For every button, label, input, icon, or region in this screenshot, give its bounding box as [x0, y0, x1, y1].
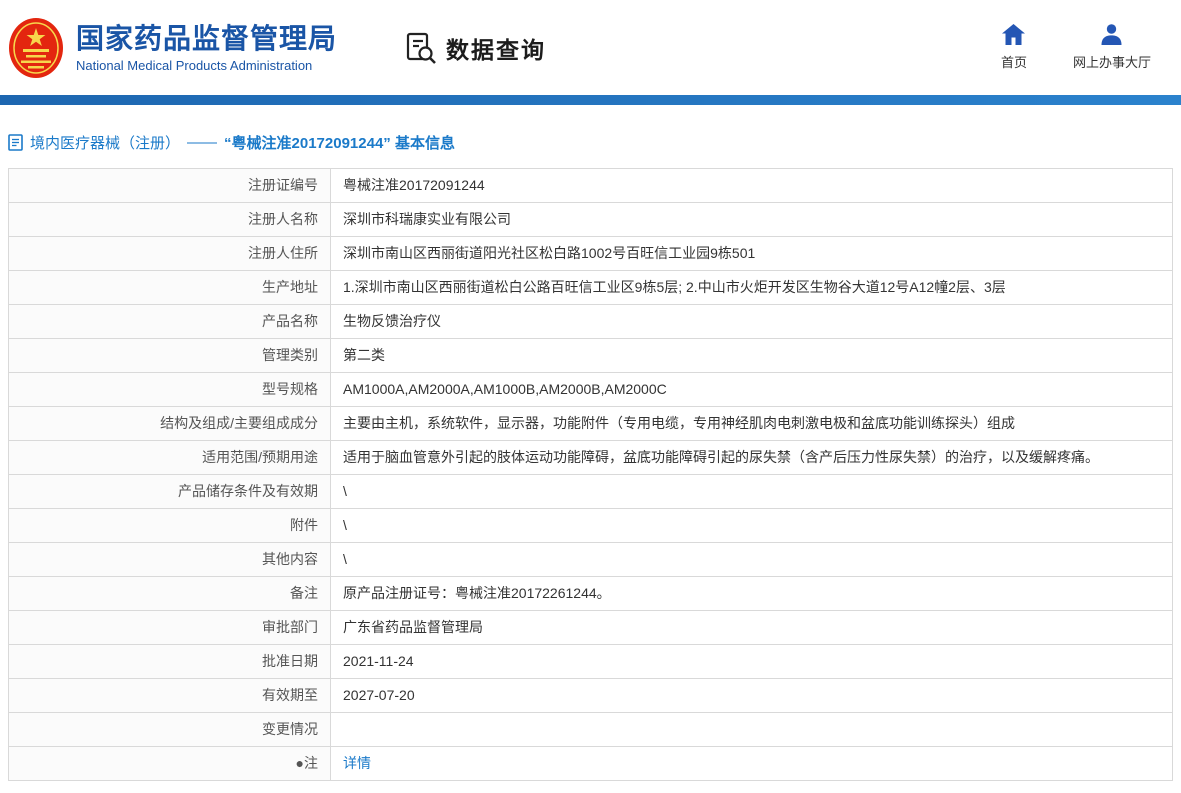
- table-row: 附件 \: [8, 508, 1173, 543]
- nav-home[interactable]: 首页: [1001, 24, 1027, 71]
- row-value: \: [330, 542, 1173, 577]
- row-value: 广东省药品监督管理局: [330, 610, 1173, 645]
- top-nav: 首页 网上办事大厅: [1001, 24, 1151, 71]
- row-label: 管理类别: [8, 338, 331, 373]
- org-name-en: National Medical Products Administration: [76, 57, 313, 73]
- table-row: 产品名称 生物反馈治疗仪: [8, 304, 1173, 339]
- nav-service-hall[interactable]: 网上办事大厅: [1073, 24, 1151, 71]
- row-value: 详情: [330, 746, 1173, 781]
- row-label: 注册人住所: [8, 236, 331, 271]
- document-search-icon: [406, 32, 436, 64]
- site-header: 国家药品监督管理局 National Medical Products Admi…: [0, 0, 1181, 95]
- nav-service-hall-label: 网上办事大厅: [1072, 55, 1151, 70]
- breadcrumb-detail: “粤械注准20172091244” 基本信息: [224, 135, 455, 152]
- row-label: 生产地址: [8, 270, 331, 305]
- data-query-title: 数据查询: [405, 31, 546, 65]
- row-value: 1.深圳市南山区西丽街道松白公路百旺信工业区9栋5层; 2.中山市火炬开发区生物…: [330, 270, 1173, 305]
- row-label: 有效期至: [8, 678, 331, 713]
- breadcrumb-section: 境内医疗器械（注册）: [30, 135, 181, 152]
- row-label: 注册人名称: [8, 202, 331, 237]
- detail-link[interactable]: 详情: [343, 755, 371, 771]
- row-label: 其他内容: [8, 542, 331, 577]
- row-value: 原产品注册证号：粤械注准20172261244。: [330, 576, 1173, 611]
- table-row: 产品储存条件及有效期 \: [8, 474, 1173, 509]
- row-value: 2021-11-24: [330, 644, 1173, 679]
- row-value: 粤械注准20172091244: [330, 168, 1173, 203]
- header-divider-bar: [0, 95, 1181, 105]
- table-row: 适用范围/预期用途 适用于脑血管意外引起的肢体运动功能障碍，盆底功能障碍引起的尿失…: [8, 440, 1173, 475]
- row-label: 变更情况: [8, 712, 331, 747]
- data-query-label: 数据查询: [446, 36, 547, 63]
- row-label: 注册证编号: [8, 168, 331, 203]
- row-value: 2027-07-20: [330, 678, 1173, 713]
- national-emblem-icon: [9, 17, 63, 78]
- home-icon: [1002, 24, 1026, 45]
- table-row: 管理类别 第二类: [8, 338, 1173, 373]
- row-value: 第二类: [330, 338, 1173, 373]
- row-value: 深圳市科瑞康实业有限公司: [330, 202, 1173, 237]
- table-row: ●注 详情: [8, 746, 1173, 781]
- table-row: 注册人名称 深圳市科瑞康实业有限公司: [8, 202, 1173, 237]
- table-row: 型号规格 AM1000A,AM2000A,AM1000B,AM2000B,AM20…: [8, 372, 1173, 407]
- row-label: 产品储存条件及有效期: [8, 474, 331, 509]
- row-label: 备注: [8, 576, 331, 611]
- table-row: 结构及组成/主要组成成分 主要由主机，系统软件，显示器，功能附件（专用电缆，专用神…: [8, 406, 1173, 441]
- info-table-body: 注册证编号 粤械注准20172091244 注册人名称 深圳市科瑞康实业有限公司 注册人…: [8, 168, 1173, 781]
- breadcrumb-dash: ——: [187, 134, 218, 151]
- row-label: 审批部门: [8, 610, 331, 645]
- main-content: 境内医疗器械（注册） —— “粤械注准20172091244” 基本信息 注册证…: [0, 105, 1181, 789]
- brand-text: 国家药品监督管理局 National Medical Products Admi…: [76, 22, 337, 73]
- table-row: 注册人住所 深圳市南山区西丽街道阳光社区松白路1002号百旺信工业园9栋501: [8, 236, 1173, 271]
- row-label: 结构及组成/主要组成成分: [8, 406, 331, 441]
- registration-info-table: 注册证编号 粤械注准20172091244 注册人名称 深圳市科瑞康实业有限公司 注册人…: [8, 168, 1173, 781]
- table-row: 注册证编号 粤械注准20172091244: [8, 168, 1173, 203]
- table-row: 备注 原产品注册证号：粤械注准20172261244。: [8, 576, 1173, 611]
- row-value: 深圳市南山区西丽街道阳光社区松白路1002号百旺信工业园9栋501: [330, 236, 1173, 271]
- row-label: 批准日期: [8, 644, 331, 679]
- row-label: ●注: [8, 746, 331, 781]
- table-row: 有效期至 2027-07-20: [8, 678, 1173, 713]
- row-value: [330, 712, 1173, 747]
- table-row: 批准日期 2021-11-24: [8, 644, 1173, 679]
- row-value: 主要由主机，系统软件，显示器，功能附件（专用电缆，专用神经肌肉电刺激电极和盆底功…: [330, 406, 1173, 441]
- org-name-cn: 国家药品监督管理局: [76, 23, 338, 55]
- row-value: 适用于脑血管意外引起的肢体运动功能障碍，盆底功能障碍引起的尿失禁（含产后压力性尿…: [330, 440, 1173, 475]
- row-value: \: [330, 474, 1173, 509]
- table-row: 其他内容 \: [8, 542, 1173, 577]
- row-value: AM1000A,AM2000A,AM1000B,AM2000B,AM2000C: [330, 372, 1173, 407]
- row-label: 产品名称: [8, 304, 331, 339]
- breadcrumb: 境内医疗器械（注册） —— “粤械注准20172091244” 基本信息: [8, 105, 1173, 168]
- table-row: 生产地址 1.深圳市南山区西丽街道松白公路百旺信工业区9栋5层; 2.中山市火炬开…: [8, 270, 1173, 305]
- document-icon: [8, 134, 23, 151]
- table-row: 审批部门 广东省药品监督管理局: [8, 610, 1173, 645]
- row-label: 适用范围/预期用途: [8, 440, 331, 475]
- nav-home-label: 首页: [1000, 55, 1027, 70]
- row-value: \: [330, 508, 1173, 543]
- row-label: 附件: [8, 508, 331, 543]
- table-row: 变更情况: [8, 712, 1173, 747]
- row-label: 型号规格: [8, 372, 331, 407]
- row-value: 生物反馈治疗仪: [330, 304, 1173, 339]
- person-icon: [1101, 24, 1122, 45]
- brand-logo-block[interactable]: 国家药品监督管理局 National Medical Products Admi…: [8, 17, 337, 79]
